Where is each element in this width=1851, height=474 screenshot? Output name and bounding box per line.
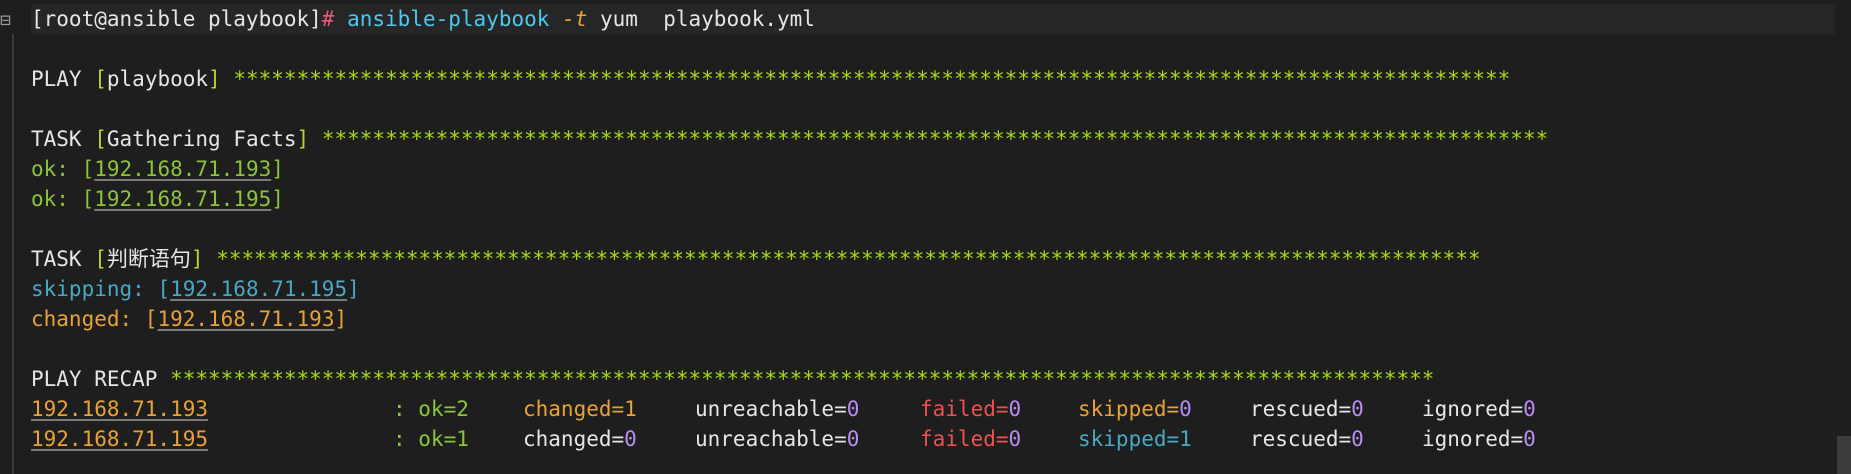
recap-ignored-value: 0 [1523,427,1536,451]
recap-failed-value: 0 [1008,427,1022,451]
recap-keyword: PLAY RECAP [31,367,158,391]
recap-skipped-key: skipped= [1078,397,1180,421]
result-status: changed: [31,307,133,331]
recap-failed-key: failed= [920,427,1009,451]
shell-prompt: [root@ansible playbook] [31,7,322,31]
play-keyword: PLAY [31,67,82,91]
recap-row: 192.168.71.195: ok=1 changed=0 unreachable… [31,424,1835,454]
bracket-close: ] [296,127,310,151]
recap-rescued-value: 0 [1351,397,1364,421]
command-line: [root@ansible playbook]# ansible-playboo… [31,4,1835,34]
recap-host-link[interactable]: 192.168.71.193 [31,397,208,421]
recap-ignored-value: 0 [1523,397,1536,421]
recap-unreachable-key: unreachable= [695,427,847,451]
task-name: Gathering Facts [106,127,297,151]
fold-guide [12,34,14,474]
bracket-close: ] [208,67,221,91]
task-stars: ****************************************… [216,247,1481,271]
result-status: ok: [31,157,69,181]
result-host-link[interactable]: 192.168.71.195 [170,277,347,301]
bracket-close: ] [190,247,204,271]
recap-changed-key: changed= [523,427,625,451]
terminal-output[interactable]: [root@ansible playbook]# ansible-playboo… [31,4,1835,454]
recap-changed-value: 1 [624,397,637,421]
recap-ok: : ok=2 [393,397,469,421]
recap-stars: ****************************************… [170,367,1435,391]
recap-header: PLAY RECAP *****************************… [31,364,1835,394]
recap-unreachable-key: unreachable= [695,397,847,421]
recap-ok: : ok=1 [393,427,469,451]
recap-ignored-key: ignored= [1422,427,1524,451]
recap-changed-key: changed= [523,397,625,421]
play-stars: ****************************************… [233,67,1511,91]
task-header: TASK [判断语句] ****************************… [31,244,1835,274]
task-result: skipping: [192.168.71.195] [31,277,360,301]
play-header: PLAY [playbook] ************************… [31,64,1835,94]
editor-gutter: ⊟ [0,0,16,474]
command-flag: -t [562,7,588,31]
recap-row: 192.168.71.193 : ok=2 changed=1 unreachable… [31,394,1835,424]
task-name: 判断语句 [106,247,191,271]
result-host-link[interactable]: 192.168.71.195 [94,187,271,211]
recap-host-link[interactable]: 192.168.71.195 [31,427,208,451]
bracket-open: [ [94,67,107,91]
bracket-open: [ [94,247,107,271]
task-keyword: TASK [31,247,82,271]
recap-rescued-value: 0 [1351,427,1364,451]
command-args: yum playbook.yml [600,7,815,31]
recap-skipped-value: 0 [1179,397,1192,421]
bracket-open: [ [94,127,107,151]
recap-rescued-key: rescued= [1250,427,1352,451]
recap-skipped-key: skipped= [1078,427,1180,451]
task-header: TASK [Gathering Facts] *****************… [31,124,1835,154]
task-stars: ****************************************… [321,127,1549,151]
recap-ignored-key: ignored= [1422,397,1524,421]
recap-rescued-key: rescued= [1250,397,1352,421]
prompt-hash: # [321,7,335,31]
recap-unreachable-value: 0 [846,427,860,451]
recap-failed-value: 0 [1008,397,1022,421]
result-status: ok: [31,187,69,211]
scrollbar-thumb[interactable] [1837,436,1851,474]
recap-unreachable-value: 0 [846,397,860,421]
recap-failed-key: failed= [920,397,1009,421]
task-keyword: TASK [31,127,82,151]
play-name: playbook [106,67,209,91]
result-host-link[interactable]: 192.168.71.193 [157,307,334,331]
task-result: changed: [192.168.71.193] [31,307,348,331]
fold-marker-icon[interactable]: ⊟ [0,10,11,31]
result-host-link[interactable]: 192.168.71.193 [94,157,271,181]
command-name: ansible-playbook [347,7,550,31]
task-result: ok: [192.168.71.193] [31,157,284,181]
recap-changed-value: 0 [624,427,637,451]
recap-skipped-value: 1 [1179,427,1192,451]
result-status: skipping: [31,277,145,301]
task-result: ok: [192.168.71.195] [31,187,284,211]
